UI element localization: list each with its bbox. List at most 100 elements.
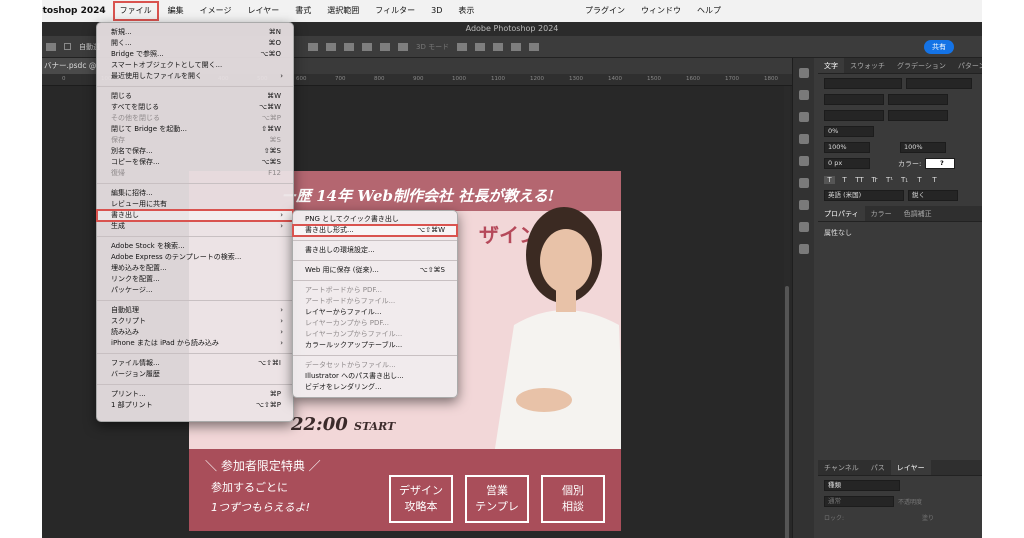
menu-view[interactable]: 表示: [450, 0, 482, 22]
tab-gradients[interactable]: グラデーション: [891, 58, 952, 73]
faux-bold-button[interactable]: T: [824, 175, 835, 184]
baseline-shift-field[interactable]: 0 px: [824, 158, 870, 169]
export-menu-item[interactable]: Illustrator へのパス書き出し...: [293, 371, 457, 382]
file-menu-item[interactable]: コピーを保存... ⌥⌘S: [97, 157, 293, 168]
clone-source-icon[interactable]: [799, 178, 809, 188]
file-menu-item[interactable]: Adobe Express のテンプレートの検索...: [97, 252, 293, 263]
tab-patterns[interactable]: パターン: [952, 58, 982, 73]
checkbox-icon[interactable]: [64, 43, 71, 50]
file-menu-item[interactable]: 別名で保存... ⇧⌘S: [97, 146, 293, 157]
file-menu-item[interactable]: 読み込み: [97, 327, 293, 338]
brush-icon[interactable]: [799, 156, 809, 166]
file-menu-item[interactable]: 埋め込みを配置...: [97, 263, 293, 274]
file-menu-item[interactable]: Bridge で参照... ⌥⌘O: [97, 49, 293, 60]
language-select[interactable]: 英語 (米国): [824, 190, 904, 201]
file-menu-item[interactable]: パッケージ...: [97, 285, 293, 296]
tracking-field[interactable]: [888, 110, 948, 121]
menu-type[interactable]: 書式: [287, 0, 319, 22]
file-menu-item[interactable]: 書き出し: [96, 209, 294, 222]
vertical-scale-field[interactable]: 100%: [824, 142, 870, 153]
align-left-icon[interactable]: [308, 42, 318, 51]
tab-swatches[interactable]: スウォッチ: [844, 58, 891, 73]
brush-settings-icon[interactable]: [799, 134, 809, 144]
export-menu-item[interactable]: Web 用に保存 (従来)... ⌥⇧⌘S: [293, 265, 457, 276]
glyphs-icon[interactable]: [799, 244, 809, 254]
file-menu-item[interactable]: スマートオブジェクトとして開く...: [97, 60, 293, 71]
tsume-field[interactable]: 0%: [824, 126, 874, 137]
leading-field[interactable]: [888, 94, 948, 105]
comment-icon[interactable]: [799, 90, 809, 100]
menu-image[interactable]: イメージ: [192, 0, 240, 22]
align-right-icon[interactable]: [344, 42, 354, 51]
share-button[interactable]: 共有: [924, 40, 954, 54]
document-tab[interactable]: バナー.psdc @: [42, 58, 98, 74]
menu-3d[interactable]: 3D: [423, 0, 450, 22]
file-menu-item[interactable]: 閉じる ⌘W: [97, 91, 293, 102]
layer-kind-filter[interactable]: 種類: [824, 480, 900, 491]
text-color-swatch[interactable]: ?: [925, 158, 956, 169]
align-top-icon[interactable]: [362, 42, 372, 51]
file-menu-item[interactable]: 自動処理: [97, 305, 293, 316]
tab-paths[interactable]: パス: [865, 460, 891, 475]
tab-color[interactable]: カラー: [865, 206, 898, 221]
pan-icon[interactable]: [493, 42, 504, 51]
menu-window[interactable]: ウィンドウ: [633, 0, 689, 22]
tab-layers[interactable]: レイヤー: [890, 460, 931, 475]
tab-channels[interactable]: チャンネル: [818, 460, 865, 475]
faux-italic-button[interactable]: T: [839, 176, 850, 184]
horizontal-scale-field[interactable]: 100%: [900, 142, 946, 153]
file-menu-item[interactable]: スクリプト: [97, 316, 293, 327]
menu-edit[interactable]: 編集: [160, 0, 192, 22]
antialias-select[interactable]: 鋭く: [908, 190, 958, 201]
superscript-button[interactable]: T¹: [884, 176, 895, 184]
menu-layer[interactable]: レイヤー: [240, 0, 288, 22]
tab-character[interactable]: 文字: [818, 58, 844, 73]
file-menu-item[interactable]: 生成: [97, 221, 293, 232]
all-caps-button[interactable]: TT: [854, 176, 865, 184]
move-tool-icon[interactable]: [46, 42, 56, 51]
align-center-icon[interactable]: [326, 42, 336, 51]
roll-icon[interactable]: [475, 42, 486, 51]
subscript-button[interactable]: T₁: [899, 176, 910, 184]
history-icon[interactable]: [799, 68, 809, 78]
tab-adjustments[interactable]: 色調補正: [898, 206, 938, 221]
file-menu-item[interactable]: 最近使用したファイルを開く: [97, 71, 293, 82]
export-menu-item[interactable]: PNG としてクイック書き出し: [293, 214, 457, 225]
align-middle-icon[interactable]: [380, 42, 390, 51]
font-family-select[interactable]: [824, 78, 902, 89]
export-menu-item[interactable]: レイヤーからファイル...: [293, 307, 457, 318]
file-menu-item[interactable]: レビュー用に共有: [97, 199, 293, 210]
vertical-scrollbar[interactable]: [784, 86, 790, 538]
font-size-field[interactable]: [824, 94, 884, 105]
export-menu-item[interactable]: ビデオをレンダリング...: [293, 382, 457, 393]
export-menu-item[interactable]: カラールックアップテーブル...: [293, 340, 457, 351]
menu-file[interactable]: ファイル: [112, 0, 160, 22]
export-menu-item[interactable]: 書き出しの環境設定...: [293, 245, 457, 256]
underline-button[interactable]: T: [914, 176, 925, 184]
strikethrough-button[interactable]: T: [929, 176, 940, 184]
file-menu-item[interactable]: プリント... ⌘P: [97, 389, 293, 400]
menu-filter[interactable]: フィルター: [367, 0, 423, 22]
file-menu-item[interactable]: 閉じて Bridge を起動... ⇧⌘W: [97, 124, 293, 135]
character-icon[interactable]: [799, 200, 809, 210]
scale-icon[interactable]: [529, 42, 540, 51]
file-menu-item[interactable]: バージョン履歴: [97, 369, 293, 380]
file-menu-item[interactable]: 新規... ⌘N: [97, 27, 293, 38]
scroll-thumb[interactable]: [785, 286, 789, 538]
file-menu-item[interactable]: リンクを配置...: [97, 274, 293, 285]
kerning-field[interactable]: [824, 110, 884, 121]
font-style-select[interactable]: [906, 78, 972, 89]
file-menu-item[interactable]: 編集に招待...: [97, 188, 293, 199]
file-menu-item[interactable]: Adobe Stock を検索...: [97, 241, 293, 252]
more-icon[interactable]: [398, 42, 408, 51]
info-icon[interactable]: [799, 112, 809, 122]
menu-plugins[interactable]: プラグイン: [577, 0, 633, 22]
tab-properties[interactable]: プロパティ: [818, 206, 865, 221]
file-menu-item[interactable]: iPhone または iPad から読み込み: [97, 338, 293, 349]
blend-mode-select[interactable]: 通常: [824, 496, 894, 507]
file-menu-item[interactable]: すべてを閉じる ⌥⌘W: [97, 102, 293, 113]
file-menu-item[interactable]: 1 部プリント ⌥⇧⌘P: [97, 400, 293, 411]
export-menu-item[interactable]: 書き出し形式... ⌥⇧⌘W: [292, 224, 458, 237]
paragraph-icon[interactable]: [799, 222, 809, 232]
file-menu-item[interactable]: ファイル情報... ⌥⇧⌘I: [97, 358, 293, 369]
